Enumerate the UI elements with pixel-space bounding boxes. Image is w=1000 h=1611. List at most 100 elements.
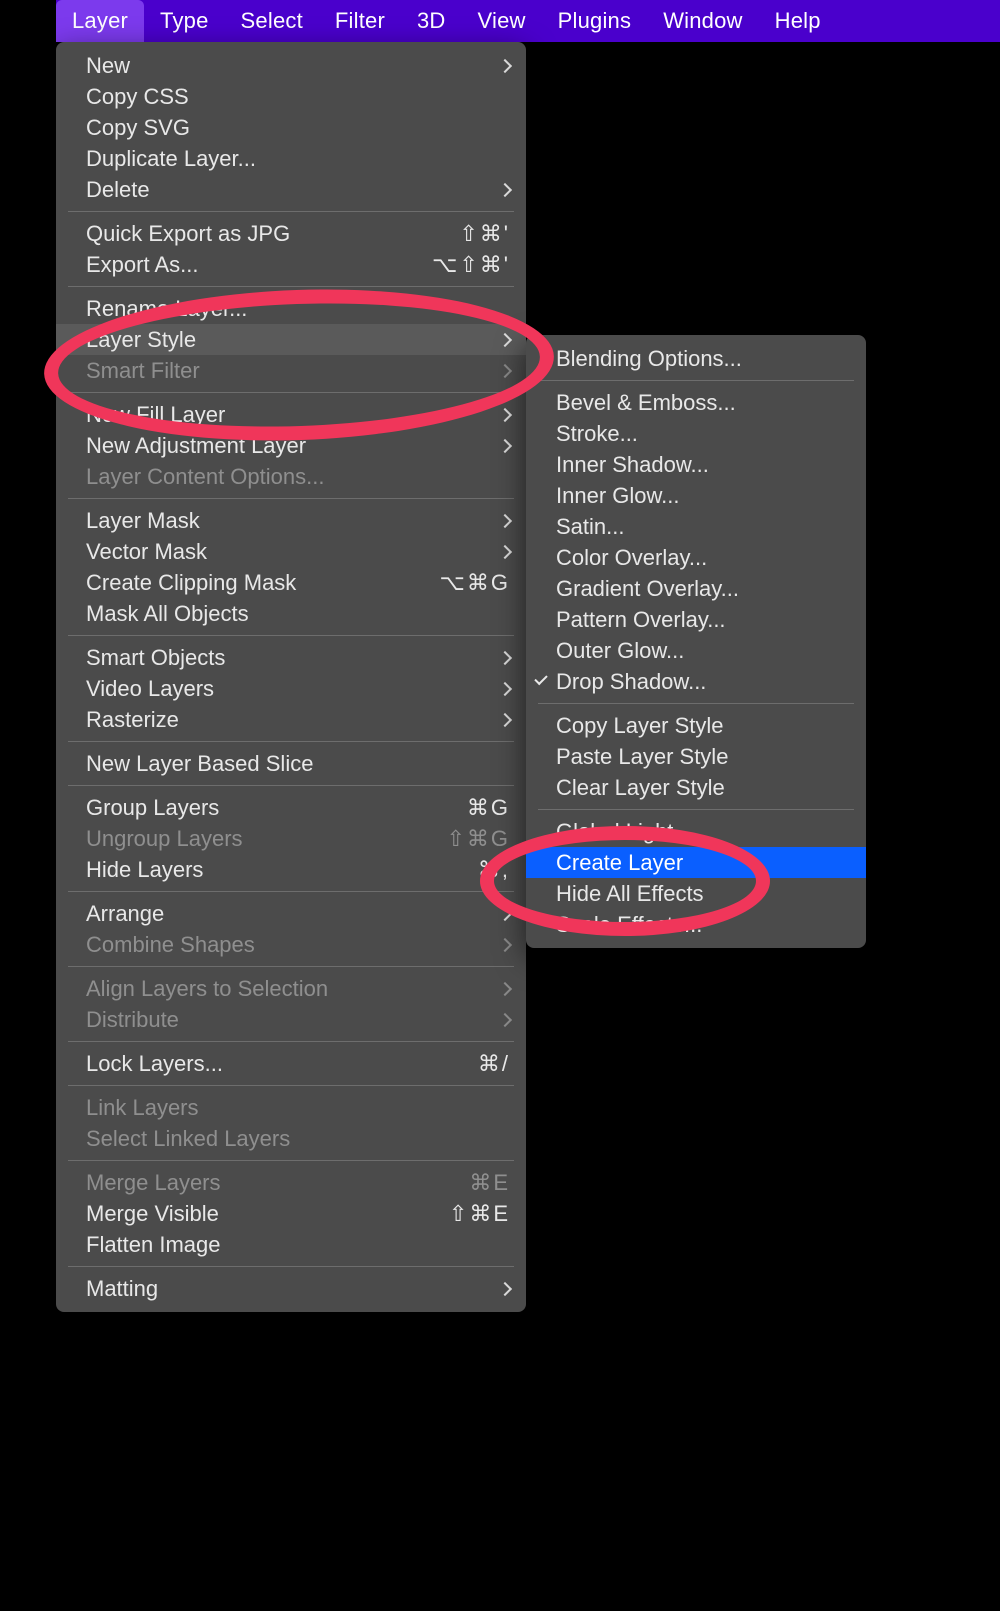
menu-item-label: Layer Content Options...: [86, 464, 510, 490]
menu-item-label: Layer Mask: [86, 508, 488, 534]
layer-style-submenu-item-inner-shadow[interactable]: Inner Shadow...: [526, 449, 866, 480]
menubar-label: Select: [241, 8, 303, 34]
layer-menu-item-arrange[interactable]: Arrange: [56, 898, 526, 929]
layer-menu-separator: [68, 891, 514, 892]
menu-item-label: Rename Layer...: [86, 296, 510, 322]
layer-style-submenu-item-drop-shadow[interactable]: Drop Shadow...: [526, 666, 866, 697]
menu-item-label: Inner Glow...: [556, 483, 850, 509]
menubar-item-window[interactable]: Window: [647, 0, 758, 42]
layer-menu-item-duplicate-layer[interactable]: Duplicate Layer...: [56, 143, 526, 174]
menu-item-label: Link Layers: [86, 1095, 510, 1121]
layer-menu-item-layer-mask[interactable]: Layer Mask: [56, 505, 526, 536]
menubar-item-filter[interactable]: Filter: [319, 0, 401, 42]
layer-style-submenu-item-copy-layer-style[interactable]: Copy Layer Style: [526, 710, 866, 741]
layer-menu-item-new-layer-based-slice[interactable]: New Layer Based Slice: [56, 748, 526, 779]
layer-menu-item-new[interactable]: New: [56, 50, 526, 81]
menu-item-label: Copy CSS: [86, 84, 510, 110]
menu-item-label: Arrange: [86, 901, 488, 927]
layer-menu-item-group-layers[interactable]: Group Layers⌘G: [56, 792, 526, 823]
menubar-label: View: [478, 8, 526, 34]
menu-item-label: Align Layers to Selection: [86, 976, 488, 1002]
layer-menu-item-distribute: Distribute: [56, 1004, 526, 1035]
layer-style-submenu-item-scale-effects[interactable]: Scale Effects...: [526, 909, 866, 940]
menu-item-label: New: [86, 53, 488, 79]
layer-style-submenu-item-paste-layer-style[interactable]: Paste Layer Style: [526, 741, 866, 772]
layer-menu-separator: [68, 785, 514, 786]
layer-menu-item-rasterize[interactable]: Rasterize: [56, 704, 526, 735]
layer-menu-separator: [68, 286, 514, 287]
layer-menu-item-rename-layer[interactable]: Rename Layer...: [56, 293, 526, 324]
layer-menu-item-hide-layers[interactable]: Hide Layers⌘,: [56, 854, 526, 885]
menu-item-label: Matting: [86, 1276, 488, 1302]
layer-style-submenu-item-clear-layer-style[interactable]: Clear Layer Style: [526, 772, 866, 803]
menu-item-label: Smart Objects: [86, 645, 488, 671]
menu-item-label: Inner Shadow...: [556, 452, 850, 478]
menu-item-label: Stroke...: [556, 421, 850, 447]
layer-menu-item-delete[interactable]: Delete: [56, 174, 526, 205]
menu-item-shortcut: ⇧⌘E: [430, 1201, 510, 1227]
layer-menu-item-flatten-image[interactable]: Flatten Image: [56, 1229, 526, 1260]
menubar-item-layer[interactable]: Layer: [56, 0, 144, 42]
menubar-item-3d[interactable]: 3D: [401, 0, 462, 42]
menubar-item-select[interactable]: Select: [225, 0, 319, 42]
layer-menu-item-ungroup-layers: Ungroup Layers⇧⌘G: [56, 823, 526, 854]
menu-item-label: Global Light...: [556, 819, 850, 845]
layer-style-submenu-item-bevel-emboss[interactable]: Bevel & Emboss...: [526, 387, 866, 418]
menubar-label: Layer: [72, 8, 128, 34]
layer-style-submenu-item-satin[interactable]: Satin...: [526, 511, 866, 542]
layer-menu-separator: [68, 966, 514, 967]
layer-menu-item-smart-objects[interactable]: Smart Objects: [56, 642, 526, 673]
layer-menu-separator: [68, 1085, 514, 1086]
menubar-item-plugins[interactable]: Plugins: [542, 0, 648, 42]
menu-item-label: Video Layers: [86, 676, 488, 702]
layer-style-submenu: Blending Options... Bevel & Emboss... Stro…: [526, 335, 866, 948]
layer-menu-item-merge-visible[interactable]: Merge Visible⇧⌘E: [56, 1198, 526, 1229]
chevron-right-icon: [498, 544, 512, 558]
layer-style-submenu-item-pattern-overlay[interactable]: Pattern Overlay...: [526, 604, 866, 635]
layer-menu-item-new-fill-layer[interactable]: New Fill Layer: [56, 399, 526, 430]
menubar-label: Filter: [335, 8, 385, 34]
layer-style-submenu-item-create-layer[interactable]: Create Layer: [526, 847, 866, 878]
menubar-label: 3D: [417, 8, 446, 34]
layer-menu-item-quick-export-as-jpg[interactable]: Quick Export as JPG⇧⌘': [56, 218, 526, 249]
layer-menu-item-create-clipping-mask[interactable]: Create Clipping Mask⌥⌘G: [56, 567, 526, 598]
layer-menu: New Copy CSSCopy SVGDuplicate Layer...Del…: [56, 42, 526, 1312]
layer-menu-separator: [68, 1041, 514, 1042]
layer-style-submenu-item-blending-options[interactable]: Blending Options...: [526, 343, 866, 374]
menubar-item-type[interactable]: Type: [144, 0, 225, 42]
menubar-item-help[interactable]: Help: [759, 0, 837, 42]
layer-menu-item-layer-style[interactable]: Layer Style: [56, 324, 526, 355]
layer-menu-item-vector-mask[interactable]: Vector Mask: [56, 536, 526, 567]
layer-menu-item-export-as[interactable]: Export As...⌥⇧⌘': [56, 249, 526, 280]
layer-menu-item-smart-filter: Smart Filter: [56, 355, 526, 386]
menubar-label: Plugins: [558, 8, 632, 34]
layer-style-submenu-item-outer-glow[interactable]: Outer Glow...: [526, 635, 866, 666]
layer-menu-separator: [68, 741, 514, 742]
layer-style-submenu-item-hide-all-effects[interactable]: Hide All Effects: [526, 878, 866, 909]
layer-menu-item-matting[interactable]: Matting: [56, 1273, 526, 1304]
layer-style-submenu-item-gradient-overlay[interactable]: Gradient Overlay...: [526, 573, 866, 604]
chevron-right-icon: [498, 182, 512, 196]
chevron-right-icon: [498, 712, 512, 726]
chevron-right-icon: [498, 981, 512, 995]
menu-item-label: Gradient Overlay...: [556, 576, 850, 602]
chevron-right-icon: [498, 332, 512, 346]
layer-style-submenu-item-stroke[interactable]: Stroke...: [526, 418, 866, 449]
layer-style-submenu-item-color-overlay[interactable]: Color Overlay...: [526, 542, 866, 573]
chevron-right-icon: [498, 906, 512, 920]
layer-menu-item-mask-all-objects[interactable]: Mask All Objects: [56, 598, 526, 629]
chevron-right-icon: [498, 513, 512, 527]
layer-menu-item-copy-svg[interactable]: Copy SVG: [56, 112, 526, 143]
layer-menu-item-layer-content-options: Layer Content Options...: [56, 461, 526, 492]
layer-menu-item-copy-css[interactable]: Copy CSS: [56, 81, 526, 112]
layer-menu-item-new-adjustment-layer[interactable]: New Adjustment Layer: [56, 430, 526, 461]
layer-menu-separator: [68, 635, 514, 636]
layer-menu-item-lock-layers[interactable]: Lock Layers...⌘/: [56, 1048, 526, 1079]
layer-style-submenu-item-global-light[interactable]: Global Light...: [526, 816, 866, 847]
layer-menu-item-video-layers[interactable]: Video Layers: [56, 673, 526, 704]
menubar-item-view[interactable]: View: [462, 0, 542, 42]
menu-item-label: Outer Glow...: [556, 638, 850, 664]
layer-style-submenu-item-inner-glow[interactable]: Inner Glow...: [526, 480, 866, 511]
menu-item-shortcut: ⌥⇧⌘': [430, 252, 510, 278]
menu-item-label: Create Clipping Mask: [86, 570, 406, 596]
